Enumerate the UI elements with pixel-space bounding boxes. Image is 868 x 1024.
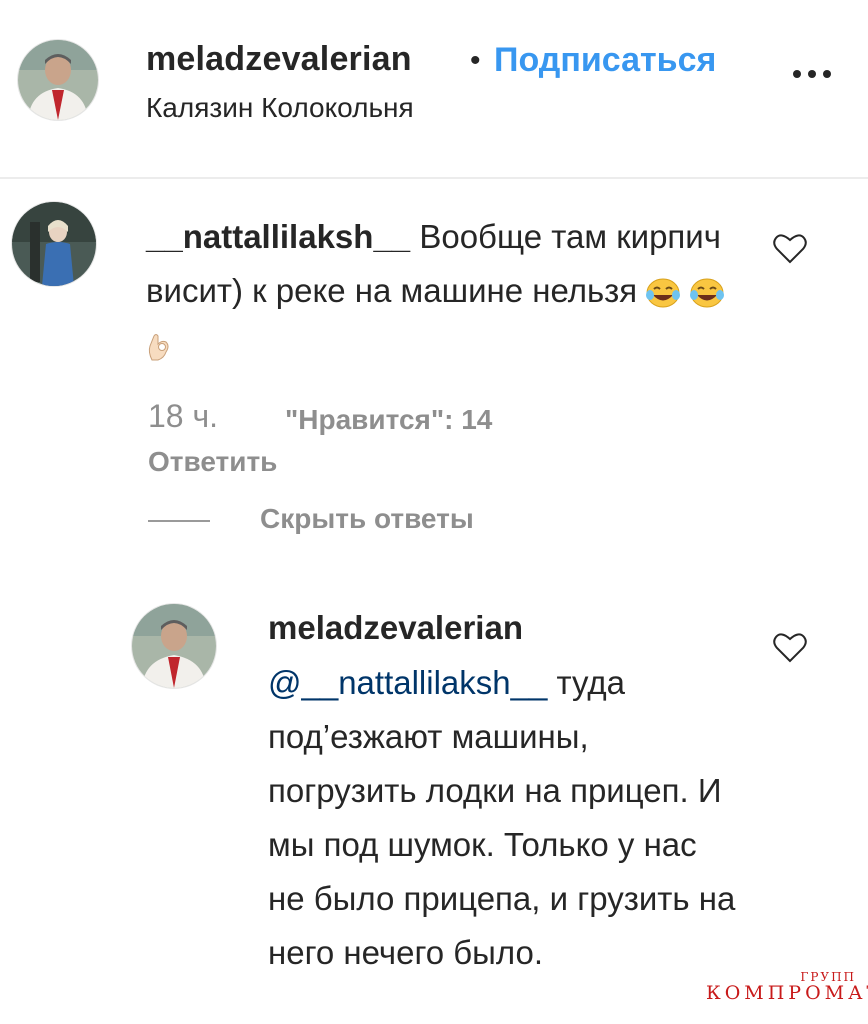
commenter-username[interactable]: __nattallilaksh__ [146,218,410,255]
heart-icon[interactable] [772,630,808,664]
avatar[interactable] [18,40,98,120]
separator-dot: • [470,44,481,77]
ok-hand-emoji [148,334,169,361]
comment-likes[interactable]: "Нравится": 14 [285,404,492,436]
comment-timestamp: 18 ч. [148,398,219,434]
heart-icon[interactable] [772,231,808,265]
reply-author-avatar[interactable] [132,604,216,688]
hide-replies-button[interactable]: Скрыть ответы [260,503,474,535]
commenter-avatar[interactable] [12,202,96,286]
post-header: meladzevalerian • Подписаться Калязин Ко… [0,0,868,178]
comment-body: __nattallilaksh__ Вообще там кирпич виси… [146,210,736,372]
watermark: ГРУПП КОМПРОМАТ [706,970,868,1020]
post-author-username[interactable]: meladzevalerian [146,40,412,79]
header-divider [0,177,868,179]
replies-divider-line [148,520,210,522]
face-with-tears-of-joy-emoji [646,278,681,308]
avatar-image [12,202,96,286]
reply-text: туда под’езжают машины, погрузить лодки … [268,664,736,971]
reply-button[interactable]: Ответить [148,446,277,478]
face-with-tears-of-joy-emoji [689,278,724,308]
mention-link[interactable]: @__nattallilaksh__ [268,664,547,701]
avatar-image [18,40,98,120]
post-location[interactable]: Калязин Колокольня [146,92,414,124]
follow-button[interactable]: Подписаться [494,41,716,80]
more-options-icon[interactable] [790,64,834,84]
avatar-image [132,604,216,688]
reply-author-username[interactable]: meladzevalerian [268,609,523,647]
watermark-main: КОМПРОМАТ [706,982,868,1004]
reply-body: @__nattallilaksh__ туда под’езжают машин… [268,656,738,980]
